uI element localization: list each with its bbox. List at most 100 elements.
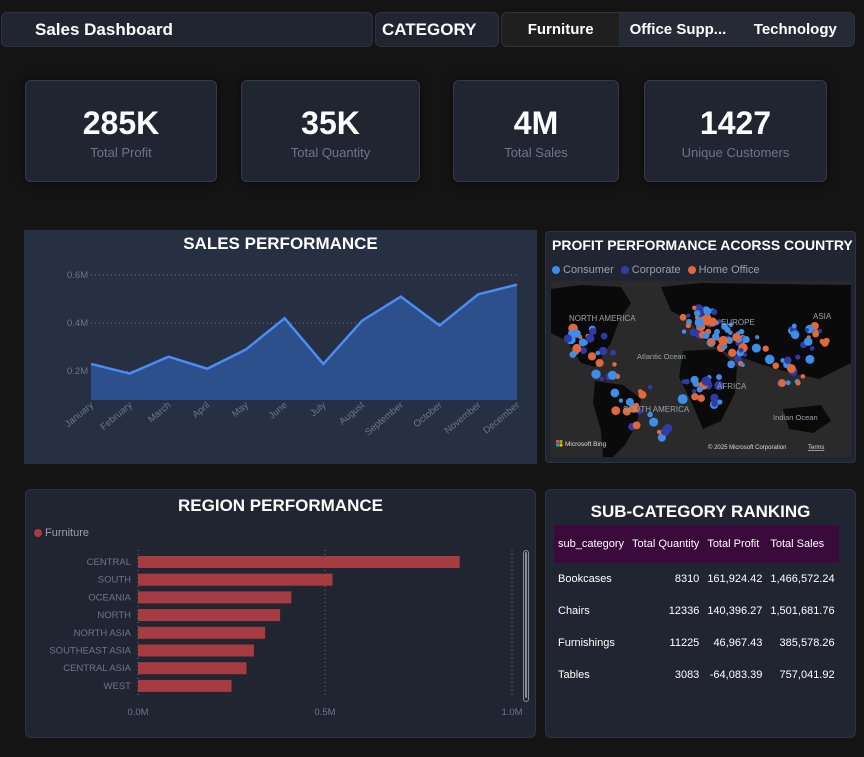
map-pie-marker [647,384,653,390]
map-pie-marker [703,307,712,316]
map-pie-marker [611,406,621,416]
cell-sub-category: Bookcases [558,573,612,585]
map-label-europe: EUROPE [721,318,755,327]
map-pie-marker [795,354,801,360]
x-tick-label: December [481,400,522,437]
map-pie-marker [711,332,720,341]
region-bar [138,679,232,692]
kpi-value: 1427 [699,105,772,141]
map-pie-marker [607,370,618,380]
slicer-item-technology[interactable]: Technology [737,13,854,46]
cell-total-sales: 1,501,681.76 [770,605,835,617]
map-pie-marker [663,423,673,433]
scrollbar-thumb[interactable] [525,552,527,698]
column-header-sub-category[interactable]: sub_category [554,525,629,563]
cell-total-quantity: 11225 [669,637,700,649]
consumer-legend-dot [552,266,560,274]
cell-sub-category: Furnishings [558,637,615,649]
map-pie-marker [728,330,733,336]
map-pie-marker [755,335,760,340]
legend-consumer: Consumer [563,264,614,276]
map-copyright: © 2025 Microsoft Corporation [708,444,786,451]
home-office-legend-dot [687,266,696,274]
map-pie-marker [681,329,687,334]
map-pie-marker [587,352,597,361]
y-tick-label: 0.2M [67,366,88,377]
x-tick-label: June [267,400,290,422]
map-pie-marker [681,379,687,384]
category-label: CENTRAL [87,557,131,568]
x-tick-label: May [230,400,251,420]
subcategory-panel: SUB-CATEGORY RANKING sub_category Total … [545,489,856,738]
map-pie-marker [778,379,786,387]
x-tick-label: 0.0M [127,707,148,718]
kpi-card-total-quantity: 35K Total Quantity [241,80,420,182]
column-header-total-sales[interactable]: Total Sales [766,525,839,563]
cell-total-quantity: 3083 [674,669,700,681]
region-bar [138,609,281,622]
kpi-value: 35K [301,105,360,141]
cell-total-profit: 140,396.27 [707,605,763,617]
table-row: Furnishings 11225 46,967.43 385,578.26 [554,627,839,659]
cell-sub-category: Tables [558,669,590,681]
legend-home-office: Home Office [698,264,760,276]
kpi-value: 4M [513,105,559,141]
table-header-row: sub_category Total Quantity Total Profit… [554,525,839,563]
map-pie-marker [803,337,813,346]
map-pie-marker [812,330,819,338]
map-pie-marker [572,329,581,338]
map-pie-marker [649,417,659,427]
category-label: SOUTH [98,575,131,586]
slicer-item-furniture[interactable]: Furniture [502,13,620,46]
map-pie-marker [690,375,699,384]
x-tick-label: March [146,400,173,425]
map-pie-marker [696,386,703,393]
map-pie-marker [591,369,601,379]
map-pie-marker [711,400,718,407]
map-pie-marker [762,345,769,352]
kpi-label: Total Sales [504,145,568,160]
x-tick-label: 0.5M [314,707,335,718]
cell-total-sales: 1,466,572.24 [770,573,835,585]
kpi-label: Total Quantity [290,145,371,160]
category-label: CATEGORY [382,20,477,39]
map-pie-marker [727,360,736,369]
slicer-item-office-supplies[interactable]: Office Supp... [619,13,736,46]
map-label-africa: AFRICA [717,382,747,391]
map-pie-marker [805,354,815,364]
map-pie-marker [618,398,624,403]
map-pie-marker [692,305,697,310]
map-pie-marker [694,317,704,328]
sales-area-chart: 0.2M 0.4M 0.6M January February March April May… [63,270,522,438]
map-terms-link[interactable]: Terms [808,445,824,451]
category-label: SOUTHEAST ASIA [49,646,131,657]
kpi-label: Unique Customers [681,145,790,160]
y-tick-label: 0.6M [67,270,88,281]
cell-total-profit: -64,083.39 [709,669,763,681]
map-title: PROFIT PERFORMANCE ACORSS COUNTRY [552,237,853,253]
world-map[interactable]: NORTH AMERICA EUROPE ASIA Atlantic Ocean… [551,281,851,457]
region-scrollbar[interactable] [523,550,529,702]
map-pie-marker [817,328,823,334]
map-pie-marker [785,380,791,386]
dashboard-title: Sales Dashboard [35,20,173,39]
table-row: Bookcases 8310 161,924.42 1,466,572.24 [554,563,839,595]
y-tick-label: 0.4M [67,318,88,329]
category-label: WEST [104,681,132,692]
corporate-legend-dot [620,266,629,274]
region-bar-chart: 0.0M 0.5M 1.0M CENTRAL SOUTH OCEANIA NORTH NORT… [49,550,523,718]
map-pie-marker [772,362,780,369]
map-legend: Consumer Corporate Home Office [552,264,760,276]
region-bar [138,644,254,657]
map-pie-marker [728,348,737,357]
map-pie-marker [599,376,604,381]
map-pie-marker [804,327,809,332]
kpi-card-total-sales: 4M Total Sales [453,80,619,182]
column-header-total-quantity[interactable]: Total Quantity [628,525,704,563]
map-pie-marker [738,328,745,335]
map-label-indian-ocean: Indian Ocean [773,413,818,422]
column-header-total-profit[interactable]: Total Profit [703,525,767,563]
map-pie-marker [600,332,608,340]
map-pie-marker [791,323,797,329]
x-tick-label: November [443,400,484,437]
